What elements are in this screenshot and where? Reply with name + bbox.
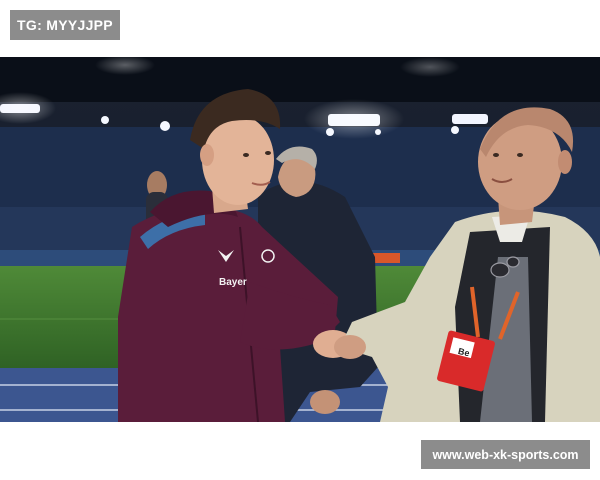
bottom-watermark-text: www.web-xk-sports.com [432, 447, 579, 462]
top-watermark-text: TG: MYYJJPP [17, 17, 113, 33]
top-watermark-tag: TG: MYYJJPP [10, 10, 120, 40]
news-photo: Bayer Be [0, 57, 600, 422]
photo-illustration: Bayer Be [0, 57, 600, 422]
stadium-roof [0, 57, 600, 102]
jacket-brand-text: Bayer [219, 277, 247, 288]
bottom-watermark-tag: www.web-xk-sports.com [421, 440, 590, 469]
page: TG: MYYJJPP Bayer Be www.web-xk-sports.c… [0, 0, 600, 480]
sunglasses-icon [490, 262, 510, 278]
